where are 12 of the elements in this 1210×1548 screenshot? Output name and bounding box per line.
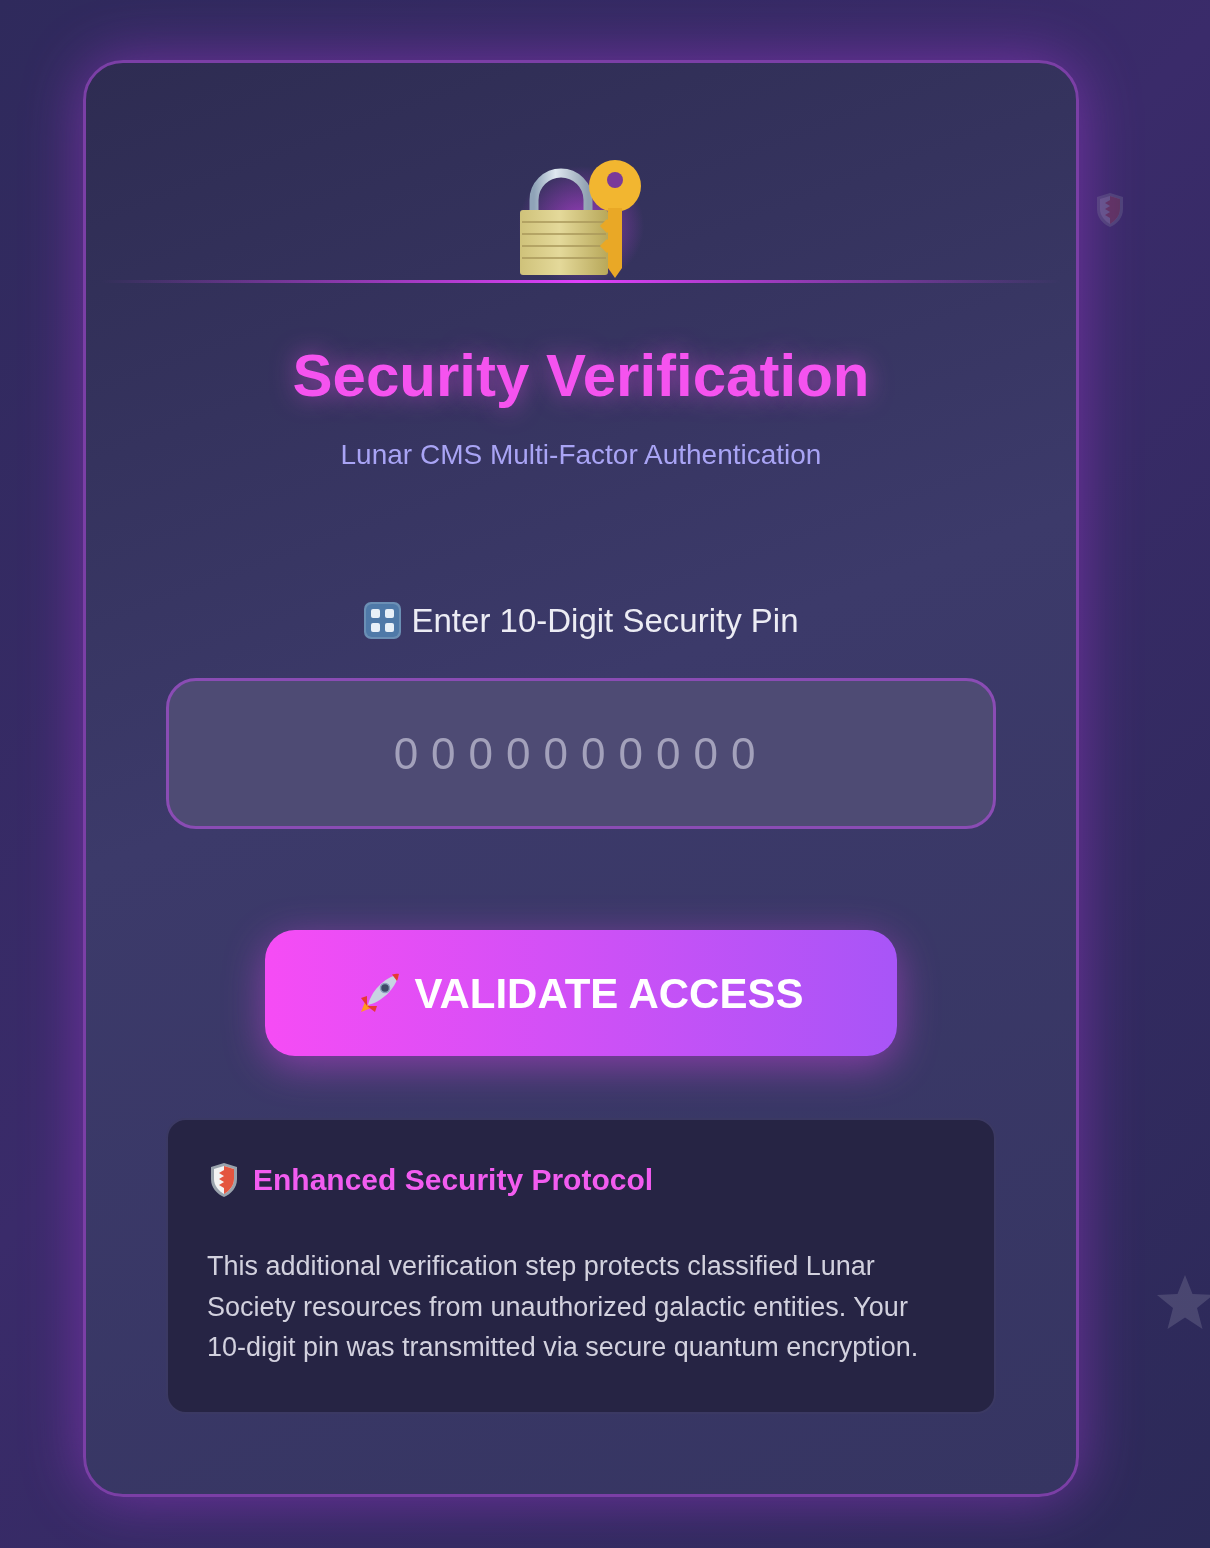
star-icon xyxy=(1156,1274,1210,1330)
page-subtitle: Lunar CMS Multi-Factor Authentication xyxy=(340,438,822,472)
rocket-icon xyxy=(358,972,401,1014)
pin-input-field[interactable]: 0000000000 xyxy=(166,678,996,829)
pin-label: Enter 10-Digit Security Pin xyxy=(411,601,799,641)
notice-text: This additional verification step protects classified Lunar Society resources from unauthorized galactic entities. Your 10-digit pin was transmitted via secure quantum encryption. xyxy=(207,1250,920,1364)
shield-icon xyxy=(210,1162,238,1198)
page-title: Security Verification xyxy=(292,341,870,411)
keypad-icon xyxy=(363,602,401,639)
shield-icon xyxy=(1096,192,1124,228)
notice-title: Enhanced Security Protocol xyxy=(253,1162,654,1198)
validate-access-button[interactable]: VALIDATE ACCESS xyxy=(265,930,897,1056)
